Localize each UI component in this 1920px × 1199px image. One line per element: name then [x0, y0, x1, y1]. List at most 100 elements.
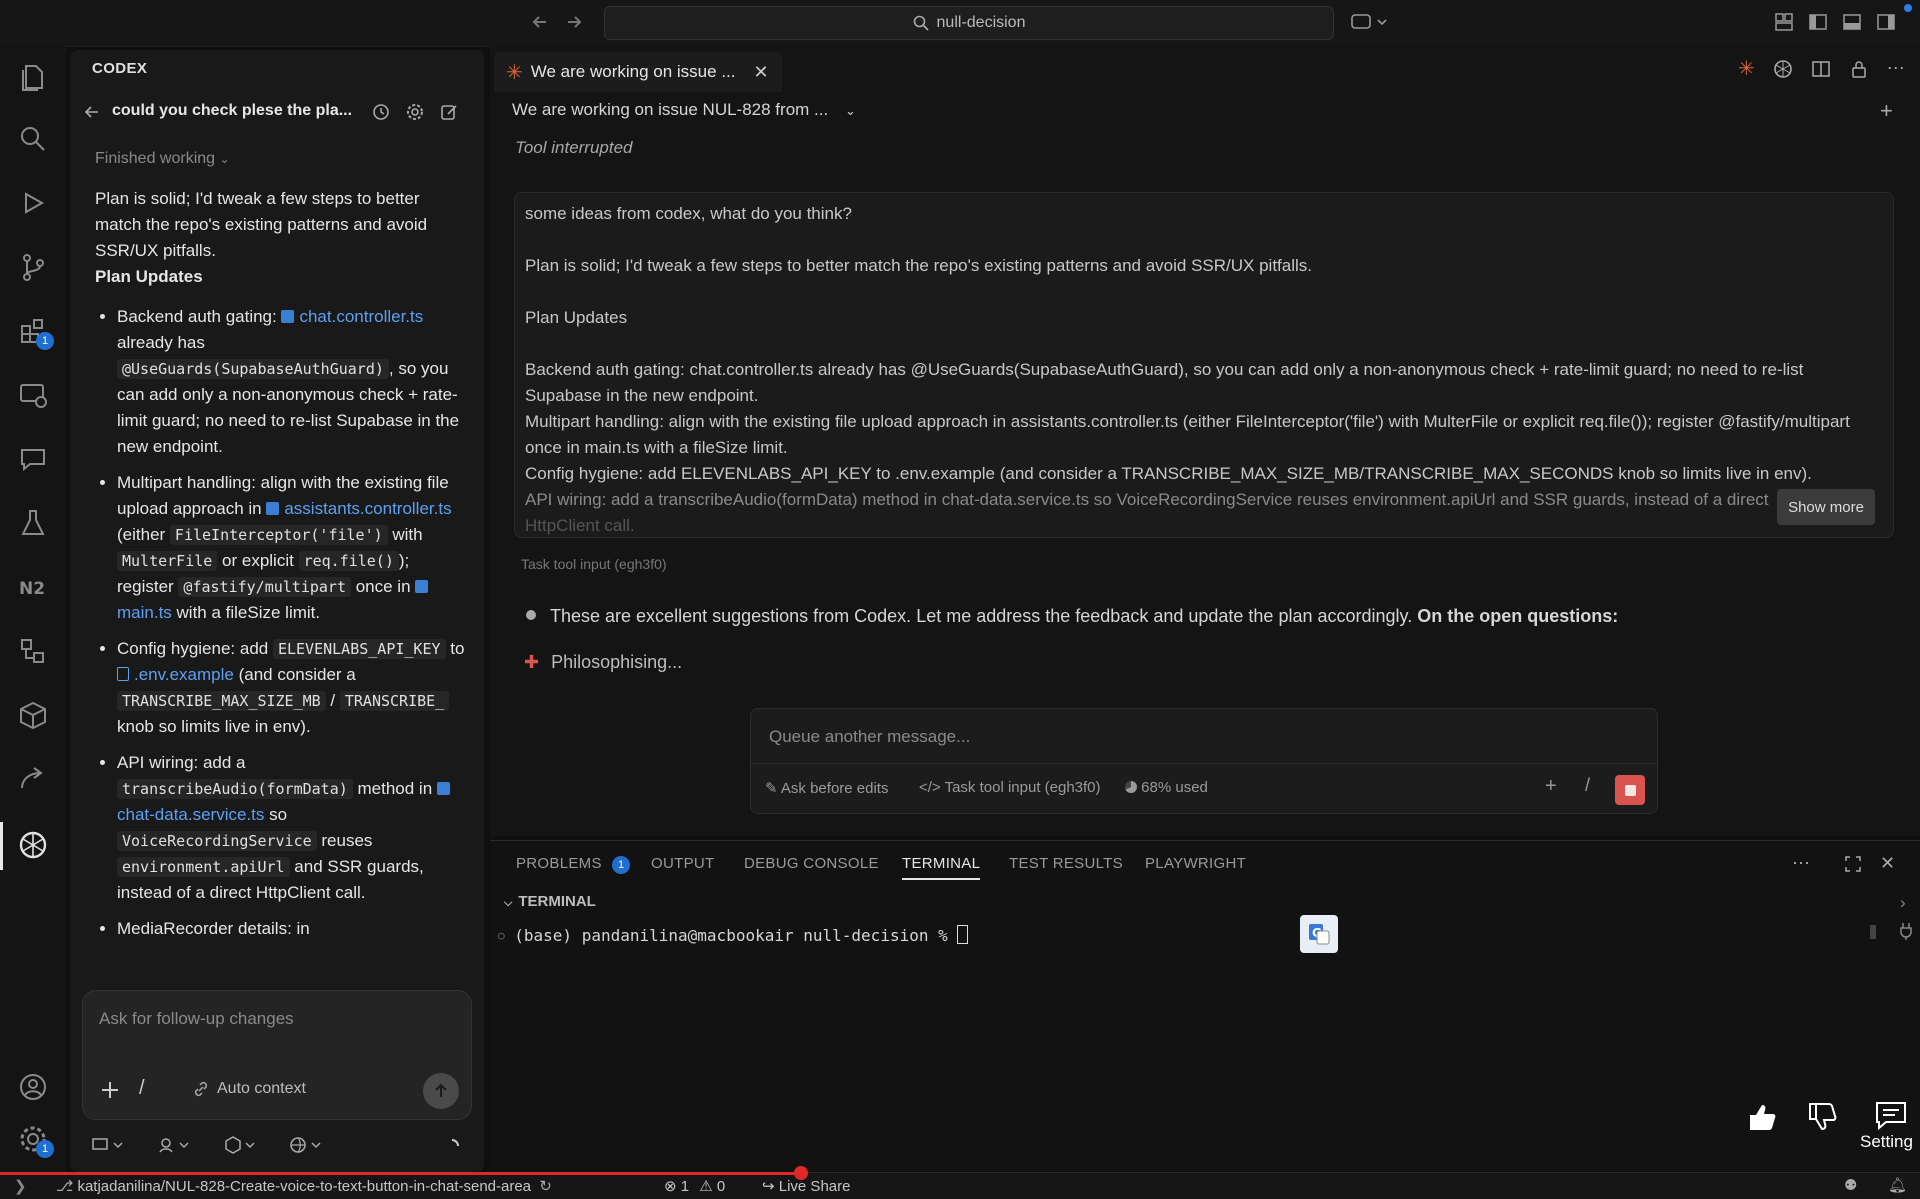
chat-icon[interactable] [16, 442, 50, 476]
inline-code: @UseGuards(SupabaseAuthGuard) [117, 359, 389, 379]
tab-debug-console[interactable]: DEBUG CONSOLE [744, 855, 879, 872]
video-progress-bar[interactable] [0, 1172, 800, 1175]
file-name: chat-data.service.ts [117, 805, 265, 824]
error-count: 1 [680, 1178, 690, 1195]
copilot-status-icon[interactable]: ⚉ [1844, 1176, 1857, 1194]
source-control-icon[interactable] [16, 250, 50, 284]
command-search[interactable]: null-decision [604, 6, 1334, 40]
thinking-text: Philosophising... [551, 652, 683, 672]
message-line: some ideas from codex, what do you think… [525, 204, 852, 223]
tab-playwright[interactable]: PLAYWRIGHT [1145, 855, 1246, 872]
live-share-button[interactable]: ↪ Live Share [762, 1177, 850, 1195]
add-icon[interactable] [99, 1079, 121, 1101]
tab-claude-session[interactable]: ✳ We are working on issue ... ✕ [494, 52, 782, 92]
copilot-icon[interactable] [1350, 11, 1390, 33]
thread-title[interactable]: could you check plese the pla... [112, 102, 352, 120]
terminal-section[interactable]: ⌵ TERMINAL [504, 893, 596, 910]
back-arrow-icon[interactable] [530, 12, 550, 32]
svg-text:N2: N2 [19, 579, 45, 599]
maximize-panel-icon[interactable] [1844, 855, 1862, 873]
translate-icon[interactable]: G [1300, 915, 1338, 953]
settings-gear-icon[interactable]: 1 [16, 1122, 54, 1158]
split-editor-icon[interactable] [1811, 59, 1831, 79]
terminal-prompt: (base) pandanilina@macbookair null-decis… [514, 926, 958, 945]
containers-icon[interactable] [16, 698, 50, 732]
follow-up-input[interactable]: Ask for follow-up changes [99, 1009, 294, 1029]
back-icon[interactable] [84, 104, 100, 120]
video-scrubber[interactable] [794, 1166, 808, 1180]
toggle-panel-icon[interactable] [1842, 12, 1862, 32]
file-link[interactable]: chat.controller.ts [281, 307, 423, 326]
slash-command-button[interactable]: / [139, 1077, 145, 1100]
thumbs-down-icon[interactable] [1806, 1100, 1840, 1134]
nx-console-icon[interactable]: N2 [16, 570, 50, 604]
panel-more-icon[interactable]: ⋯ [1792, 853, 1810, 874]
scrollbar-thumb[interactable] [1870, 925, 1876, 939]
close-panel-icon[interactable]: ✕ [1880, 853, 1895, 874]
tab-test-results[interactable]: TEST RESULTS [1009, 855, 1123, 872]
ask-before-edits-toggle[interactable]: ✎ Ask before edits [765, 779, 888, 797]
search-icon [913, 15, 929, 31]
globe-icon[interactable] [290, 1136, 324, 1154]
session-title[interactable]: We are working on issue NUL-828 from ...… [512, 100, 856, 120]
remote-icon[interactable]: ❯ [14, 1177, 27, 1195]
tab-label: PROBLEMS [516, 855, 602, 872]
queue-input[interactable]: Queue another message... [769, 727, 970, 747]
layout-customize-icon[interactable] [1774, 12, 1794, 32]
tab-terminal[interactable]: TERMINAL [902, 855, 981, 880]
add-icon[interactable]: + [1545, 775, 1557, 798]
auto-context-label[interactable]: Auto context [217, 1080, 306, 1098]
agent-icon[interactable] [158, 1136, 192, 1154]
model-cube-icon[interactable] [224, 1136, 258, 1154]
bell-icon[interactable]: 🔔︎ [1888, 1176, 1907, 1194]
extensions-icon[interactable]: 1 [16, 314, 54, 350]
lock-icon[interactable] [1849, 59, 1869, 79]
slash-command-button[interactable]: / [1585, 775, 1590, 796]
stop-button[interactable] [1615, 775, 1645, 805]
plug-icon[interactable] [1898, 921, 1914, 941]
toggle-secondary-sidebar-icon[interactable] [1876, 12, 1896, 32]
file-link[interactable]: .env.example [117, 665, 234, 684]
comment-icon[interactable] [1874, 1100, 1908, 1130]
more-actions-icon[interactable]: ⋯ [1887, 58, 1905, 79]
file-link[interactable]: assistants.controller.ts [266, 499, 452, 518]
item-text: Config hygiene: add [117, 639, 273, 658]
problems-status[interactable]: ⊗ 1 ⚠ 0 [664, 1177, 725, 1195]
run-debug-icon[interactable] [16, 186, 50, 220]
account-icon[interactable] [16, 1070, 50, 1104]
remote-explorer-icon[interactable] [16, 378, 50, 412]
toggle-sidebar-icon[interactable] [1808, 12, 1828, 32]
new-session-button[interactable]: + [1880, 98, 1893, 124]
structure-icon[interactable] [16, 634, 50, 668]
close-icon[interactable]: ✕ [754, 62, 769, 83]
openai-icon[interactable] [1773, 59, 1793, 79]
new-thread-icon[interactable] [440, 103, 458, 121]
arrow-up-icon [435, 1083, 447, 1097]
item-text: API wiring: add a [117, 753, 246, 772]
source-control-branch[interactable]: ⎇ katjadanilina/NUL-828-Create-voice-to-… [56, 1177, 552, 1195]
tab-output[interactable]: OUTPUT [651, 855, 714, 872]
task-chip[interactable]: </> Task tool input (egh3f0) [919, 779, 1101, 796]
history-icon[interactable] [372, 103, 390, 121]
terminal-output[interactable]: ○ (base) pandanilina@macbookair null-dec… [498, 925, 969, 945]
send-button[interactable] [423, 1073, 459, 1109]
laptop-icon[interactable] [92, 1136, 126, 1154]
forward-arrow-icon[interactable] [564, 12, 584, 32]
file-icon [436, 782, 450, 795]
thumbs-up-icon[interactable] [1746, 1100, 1780, 1134]
status-finished[interactable]: Finished working ⌄ [95, 150, 230, 168]
codex-footer [92, 1136, 472, 1158]
show-more-button[interactable]: Show more [1777, 489, 1875, 525]
search-icon[interactable] [16, 122, 50, 156]
tab-problems[interactable]: PROBLEMS 1 [516, 855, 631, 874]
testing-icon[interactable] [16, 506, 50, 540]
claude-icon[interactable]: ✳ [1738, 56, 1755, 81]
chevron-right-icon[interactable]: › [1900, 893, 1906, 913]
terminal-circle-icon: ○ [498, 929, 505, 942]
title-bar: null-decision [0, 0, 1920, 47]
inline-code: ELEVENLABS_API_KEY [272, 639, 446, 659]
gear-icon[interactable] [406, 103, 424, 121]
explorer-icon[interactable] [16, 60, 50, 94]
deploy-icon[interactable] [16, 762, 50, 796]
openai-codex-icon[interactable] [16, 828, 50, 862]
